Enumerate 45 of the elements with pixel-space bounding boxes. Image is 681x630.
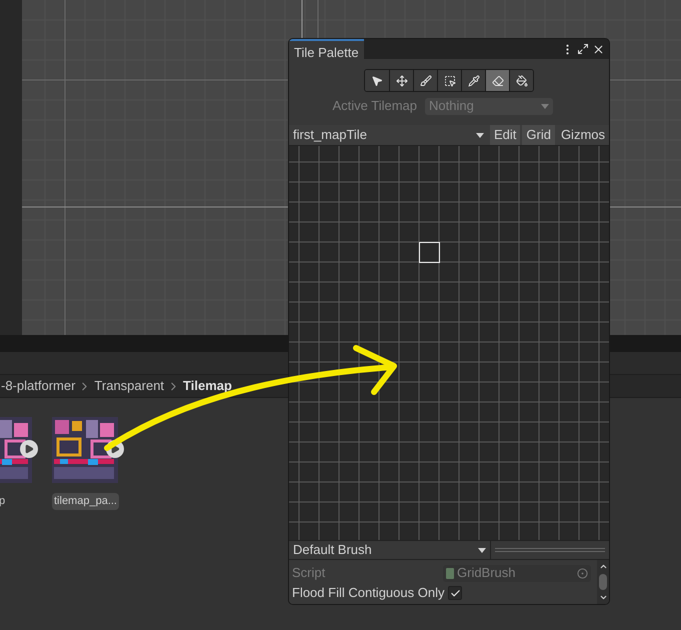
tileset-thumbnail[interactable] [52,417,118,483]
asset-label[interactable]: tilemap_pa... [52,493,119,510]
pipette-icon [468,74,480,86]
pointer-tool-button[interactable] [365,70,389,91]
pointer-icon [371,74,383,86]
scrollbar[interactable] [597,560,609,604]
checkmark-icon [450,588,461,598]
scrollbar-thumb[interactable] [599,574,607,590]
breadcrumb-item[interactable]: -8-platformer [1,376,76,396]
dropdown-arrow-icon [541,104,549,108]
checkbox[interactable] [448,586,462,600]
play-icon [110,444,120,454]
brush-dropdown[interactable]: Default Brush [289,541,491,559]
script-file-icon [446,568,454,578]
move-tool-button[interactable] [389,70,413,91]
paint-bucket-icon [516,74,528,86]
scroll-up-icon[interactable] [598,562,608,571]
play-button[interactable] [20,440,38,458]
close-icon[interactable] [592,42,605,56]
active-tilemap-label: Active Tilemap [331,97,418,116]
palette-dropdown[interactable]: first_mapTile [289,125,488,145]
brush-tool-button[interactable] [413,70,437,91]
eraser-icon [492,74,504,86]
palette-toolbar-button[interactable]: Edit [490,125,520,145]
object-field-value: GridBrush [457,564,517,582]
dropdown-arrow-icon [476,132,484,138]
breadcrumb-item[interactable]: Tilemap [183,376,232,396]
asset-label[interactable]: p [0,493,6,510]
breadcrumb-item[interactable]: Transparent [94,376,164,396]
scroll-down-icon[interactable] [598,593,608,602]
paint-bucket-tool-button[interactable] [509,70,533,91]
field-label: Flood Fill Contiguous Only [292,584,444,602]
move-icon [396,74,408,86]
window-tab[interactable]: Tile Palette [289,39,364,59]
tile-grid-drawing[interactable] [289,146,609,540]
eraser-tool-button[interactable] [485,70,509,91]
dropdown-arrow-icon [478,548,486,552]
box-select-icon [444,74,456,86]
maximize-icon[interactable] [577,43,589,55]
pipette-tool-button[interactable] [461,70,485,91]
palette-toolbar-button[interactable]: Grid [522,125,555,145]
play-icon [24,444,34,454]
box-select-tool-button[interactable] [437,70,461,91]
field-label: Script [292,564,326,582]
brush-icon [420,74,432,86]
